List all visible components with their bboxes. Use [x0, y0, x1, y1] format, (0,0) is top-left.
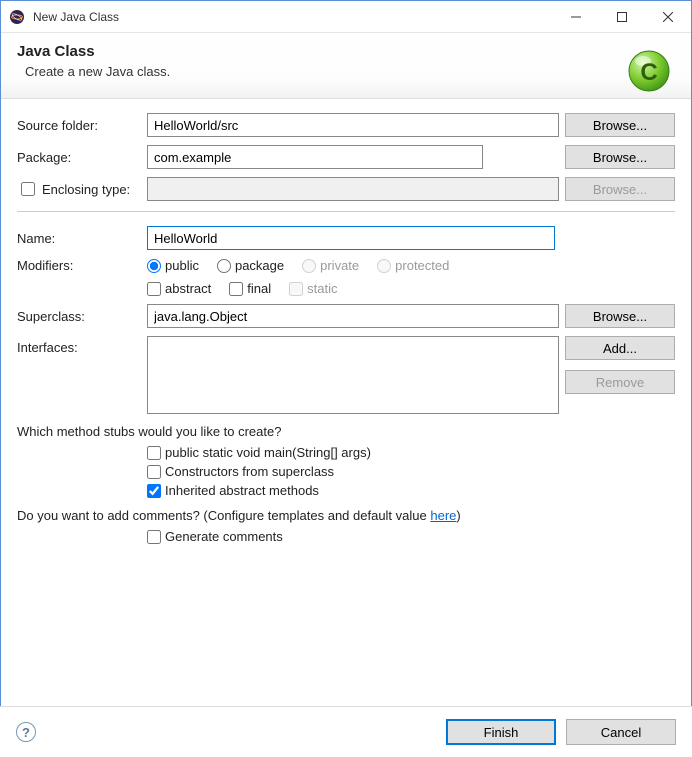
footer: ? Finish Cancel: [0, 706, 692, 757]
package-input[interactable]: [147, 145, 483, 169]
modifier-protected-radio: protected: [377, 258, 449, 273]
banner: Java Class Create a new Java class. C: [1, 33, 691, 99]
cancel-button[interactable]: Cancel: [566, 719, 676, 745]
interfaces-listbox[interactable]: [147, 336, 559, 414]
package-label: Package:: [17, 150, 141, 165]
modifiers-label: Modifiers:: [17, 258, 141, 273]
titlebar: New Java Class: [1, 1, 691, 33]
stub-constructors-checkbox[interactable]: Constructors from superclass: [147, 464, 675, 479]
package-browse-button[interactable]: Browse...: [565, 145, 675, 169]
interfaces-add-button[interactable]: Add...: [565, 336, 675, 360]
generate-comments-checkbox[interactable]: Generate comments: [147, 529, 675, 544]
divider: [17, 211, 675, 212]
superclass-label: Superclass:: [17, 309, 141, 324]
stub-main-checkbox[interactable]: public static void main(String[] args): [147, 445, 675, 460]
modifier-static-checkbox: static: [289, 281, 337, 296]
finish-button[interactable]: Finish: [446, 719, 556, 745]
banner-subtext: Create a new Java class.: [17, 64, 675, 79]
close-button[interactable]: [645, 1, 691, 33]
enclosing-type-label: Enclosing type:: [42, 182, 130, 197]
modifier-public-radio[interactable]: public: [147, 258, 199, 273]
comments-question: Do you want to add comments? (Configure …: [17, 508, 675, 523]
content-area: Source folder: Browse... Package: Browse…: [1, 99, 691, 558]
help-icon[interactable]: ?: [16, 722, 36, 742]
name-input[interactable]: [147, 226, 555, 250]
source-folder-browse-button[interactable]: Browse...: [565, 113, 675, 137]
superclass-input[interactable]: [147, 304, 559, 328]
banner-heading: Java Class: [17, 43, 675, 60]
modifier-final-checkbox[interactable]: final: [229, 281, 271, 296]
eclipse-icon: [9, 9, 25, 25]
maximize-button[interactable]: [599, 1, 645, 33]
enclosing-type-browse-button: Browse...: [565, 177, 675, 201]
stub-inherited-checkbox[interactable]: Inherited abstract methods: [147, 483, 675, 498]
enclosing-type-input: [147, 177, 559, 201]
superclass-browse-button[interactable]: Browse...: [565, 304, 675, 328]
modifier-abstract-checkbox[interactable]: abstract: [147, 281, 211, 296]
source-folder-input[interactable]: [147, 113, 559, 137]
modifier-package-radio[interactable]: package: [217, 258, 284, 273]
enclosing-type-checkbox[interactable]: [21, 182, 35, 196]
source-folder-label: Source folder:: [17, 118, 141, 133]
svg-text:C: C: [640, 59, 657, 86]
stubs-question: Which method stubs would you like to cre…: [17, 424, 675, 439]
interfaces-remove-button: Remove: [565, 370, 675, 394]
name-label: Name:: [17, 231, 141, 246]
class-icon: C: [625, 47, 673, 95]
modifier-private-radio: private: [302, 258, 359, 273]
interfaces-label: Interfaces:: [17, 336, 141, 355]
window-title: New Java Class: [33, 10, 553, 24]
configure-templates-link[interactable]: here: [430, 508, 456, 523]
minimize-button[interactable]: [553, 1, 599, 33]
